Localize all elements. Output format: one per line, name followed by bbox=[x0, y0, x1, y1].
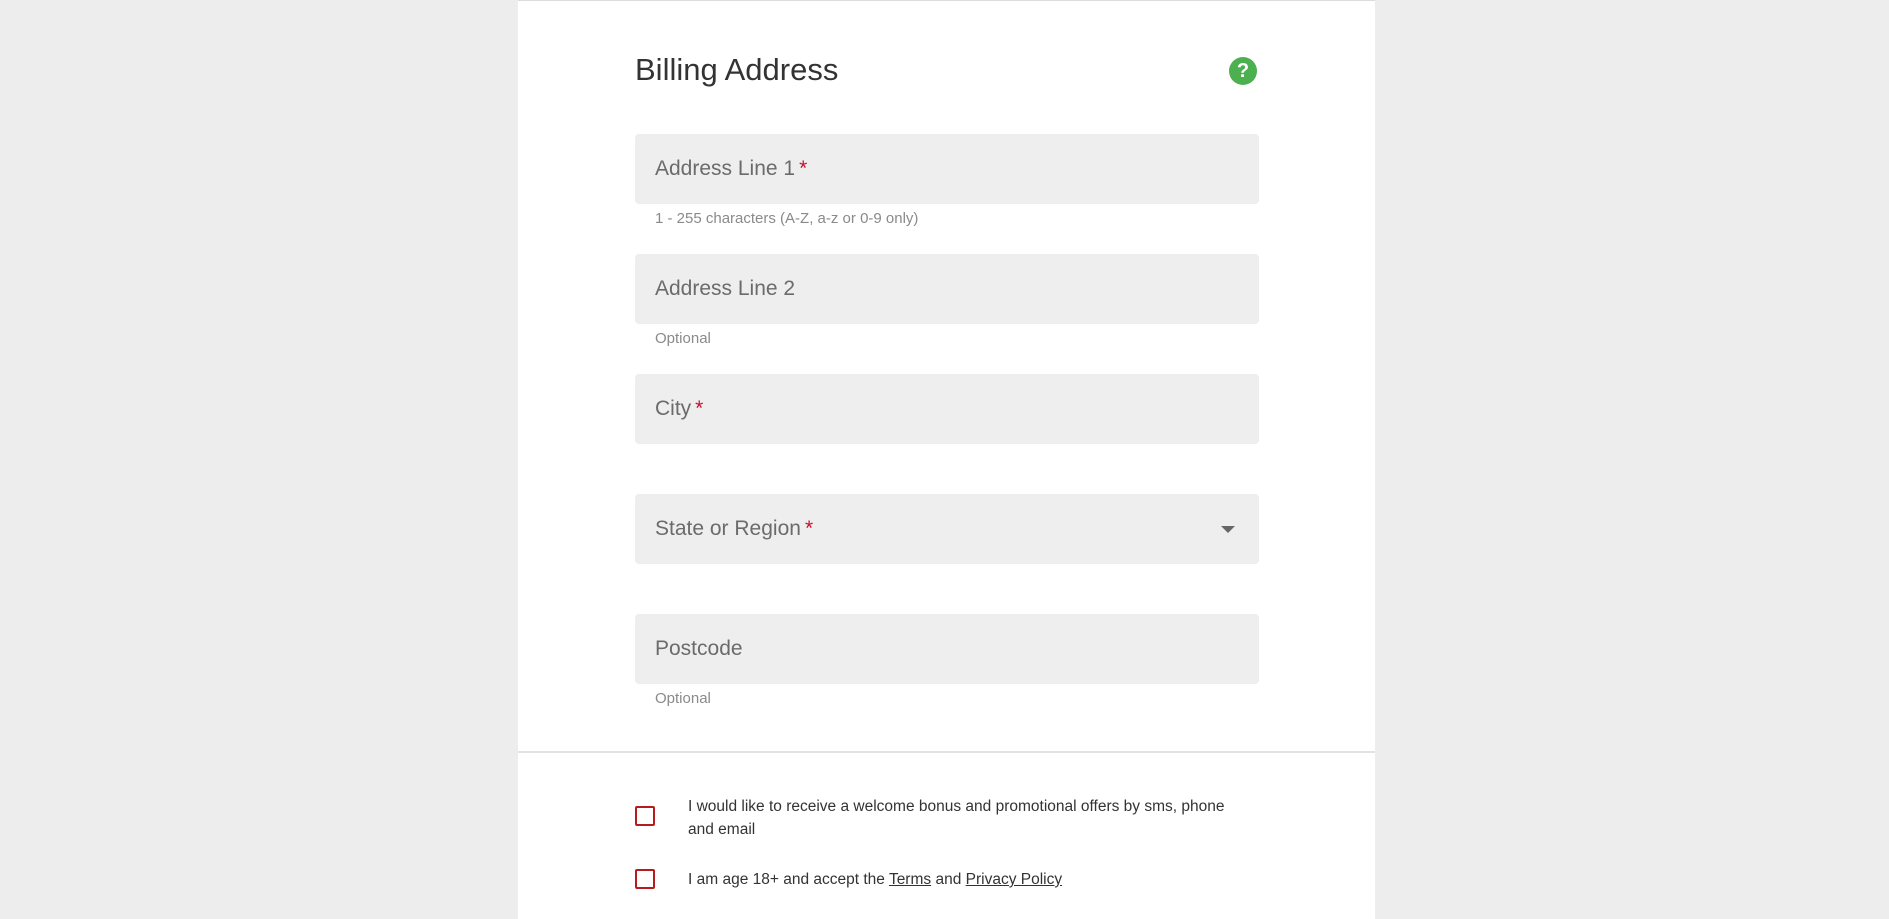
address-line-1-field[interactable]: Address Line 1 * bbox=[635, 134, 1259, 204]
billing-address-section: Billing Address ? Address Line 1 * 1 - 25… bbox=[518, 1, 1375, 753]
help-icon[interactable]: ? bbox=[1229, 57, 1257, 85]
city-label: City * bbox=[655, 397, 704, 420]
promo-consent-text: I would like to receive a welcome bonus … bbox=[688, 798, 1225, 838]
promo-consent-checkbox[interactable] bbox=[635, 806, 655, 826]
address-line-2-label: Address Line 2 bbox=[655, 277, 796, 300]
age-consent-checkbox[interactable] bbox=[635, 869, 655, 889]
state-select[interactable]: State or Region * bbox=[635, 494, 1259, 564]
required-mark: * bbox=[804, 517, 814, 540]
postcode-field[interactable]: Postcode bbox=[635, 614, 1259, 684]
age-consent-text: I am age 18+ and accept the Terms and Pr… bbox=[688, 871, 1063, 888]
terms-link[interactable]: Terms bbox=[889, 871, 931, 888]
required-mark: * bbox=[799, 157, 808, 180]
required-mark: * bbox=[695, 397, 704, 420]
chevron-down-icon bbox=[1221, 526, 1235, 533]
state-label: State or Region * bbox=[655, 517, 814, 540]
address-line-2-field[interactable]: Address Line 2 bbox=[635, 254, 1259, 324]
address-line-1-hint: 1 - 255 characters (A-Z, a-z or 0-9 only… bbox=[655, 210, 919, 227]
address-line-1-label: Address Line 1 * bbox=[655, 157, 808, 180]
postcode-label: Postcode bbox=[655, 637, 743, 660]
address-line-2-hint: Optional bbox=[655, 330, 711, 347]
postcode-hint: Optional bbox=[655, 690, 711, 707]
city-field[interactable]: City * bbox=[635, 374, 1259, 444]
page-title: Billing Address bbox=[635, 52, 839, 87]
billing-card: Billing Address ? Address Line 1 * 1 - 25… bbox=[518, 0, 1375, 919]
privacy-policy-link[interactable]: Privacy Policy bbox=[966, 871, 1062, 888]
